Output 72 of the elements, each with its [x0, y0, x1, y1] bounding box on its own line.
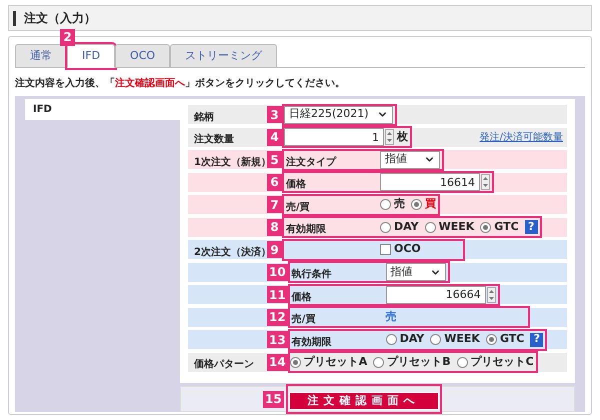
radio-label: 買 [425, 196, 436, 212]
callout-number: 10 [267, 264, 288, 280]
field-label: 執行条件 [292, 269, 332, 280]
spinner-icon[interactable] [481, 174, 490, 190]
callout-number: 6 [267, 174, 282, 190]
tab[interactable]: IFD [67, 44, 116, 68]
tab[interactable]: ストリーミング [170, 44, 278, 68]
radio-label: GTC [500, 331, 524, 348]
number-field[interactable]: 16664 [386, 286, 486, 304]
radio-label: WEEK [444, 331, 480, 348]
field-label: 価格 [286, 179, 306, 190]
radio-label: WEEK [438, 218, 474, 235]
callout-number: 4 [267, 128, 282, 146]
callout-number: 3 [267, 106, 282, 123]
row-heading: 価格パターン [194, 359, 254, 370]
number-field[interactable]: 1 [284, 128, 384, 146]
radio-button[interactable] [290, 356, 301, 368]
callout-number: 7 [267, 196, 282, 213]
spinner-icon[interactable] [385, 129, 394, 145]
help-icon[interactable]: ? [524, 220, 538, 234]
dropdown[interactable]: 日経225(2021) [284, 106, 393, 124]
radio-label: プリセットC [470, 354, 534, 370]
unit-label: 枚 [397, 128, 408, 145]
field-label: 有効期限 [292, 336, 332, 348]
callout-number: 5 [267, 151, 282, 168]
callout-number: 15 [263, 390, 284, 408]
row-heading: 注文数量 [194, 134, 234, 145]
radio-button[interactable] [480, 222, 492, 232]
field-label: 有効期限 [286, 224, 326, 235]
number-field[interactable]: 16614 [380, 173, 480, 191]
spinner-icon[interactable] [486, 286, 496, 302]
tab[interactable]: OCO [115, 44, 170, 68]
callout-number: 13 [267, 331, 288, 348]
side-header: IFD [25, 99, 180, 120]
radio-label: プリセットB [387, 354, 451, 370]
radio-label: DAY [394, 218, 419, 235]
radio-label: DAY [400, 331, 424, 348]
field-label: 売/買 [286, 202, 310, 212]
radio-button[interactable] [386, 334, 397, 345]
help-icon[interactable]: ? [530, 332, 544, 346]
field-label: 売/買 [292, 314, 316, 325]
radio-label: GTC [494, 218, 519, 235]
available-quantity-link[interactable]: 発注/決済可能数量 [480, 130, 563, 144]
dropdown[interactable]: 指値 [386, 263, 446, 281]
callout-number: 14 [267, 354, 288, 370]
page-title: 注文（入力） [24, 10, 96, 27]
radio-button[interactable] [373, 356, 384, 368]
radio-button[interactable] [456, 356, 468, 368]
callout-number: 9 [267, 241, 282, 258]
checkbox[interactable] [380, 244, 391, 255]
callout-number: 2 [60, 28, 75, 46]
field-label: 価格 [292, 292, 312, 302]
radio-button[interactable] [380, 199, 391, 210]
tab[interactable]: 通常 [15, 44, 67, 68]
radio-button[interactable] [424, 222, 436, 232]
confirm-order-button[interactable]: 注文確認画面へ [288, 392, 439, 410]
radio-label: 売 [394, 196, 405, 212]
field-label: 注文タイプ [286, 156, 336, 168]
side-value: 売 [386, 308, 398, 325]
radio-button[interactable] [430, 334, 442, 345]
instruction-text: 注文内容を入力後、「注文確認画面へ」ボタンをクリックしてください。 [15, 76, 346, 91]
callout-number: 8 [267, 218, 282, 236]
row-heading: 銘柄 [194, 112, 214, 122]
dropdown[interactable]: 指値 [380, 150, 440, 168]
callout-number: 11 [267, 286, 288, 303]
title-marker [13, 10, 16, 26]
checkbox-label: OCO [394, 241, 421, 258]
radio-button[interactable] [380, 222, 391, 232]
callout-number: 12 [267, 308, 288, 326]
radio-label: プリセットA [304, 354, 368, 370]
radio-button[interactable] [411, 199, 422, 210]
radio-button[interactable] [486, 334, 497, 345]
